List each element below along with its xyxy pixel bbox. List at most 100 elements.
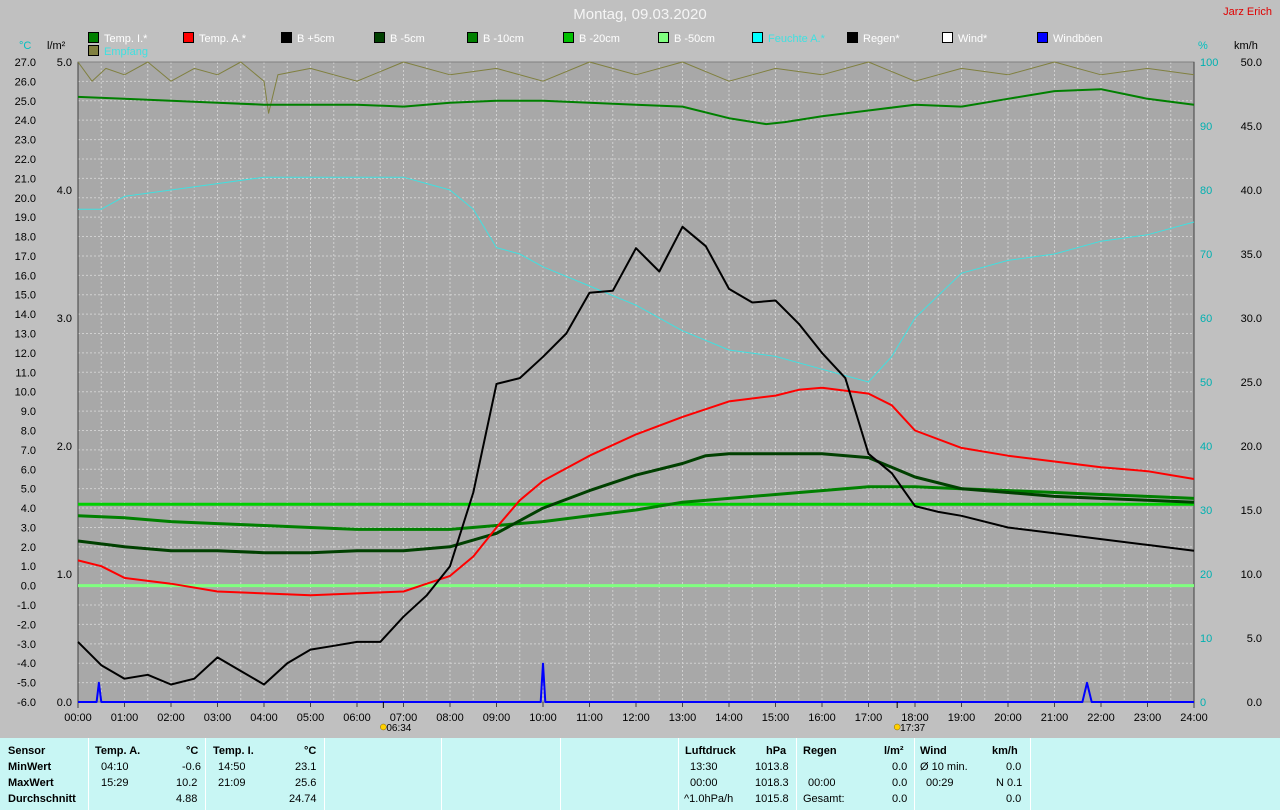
rain-header: Regen [803, 745, 837, 757]
legend-item: B +5cm [281, 32, 335, 45]
temp-i-min-time: 14:50 [218, 761, 246, 773]
pressure-trend: ^1.0hPa/h [684, 793, 734, 805]
minwert-label: MinWert [8, 761, 52, 773]
temp-tick-label: 16.0 [15, 270, 36, 282]
legend-label: Regen* [863, 33, 900, 45]
humidity-tick-label: 50 [1200, 377, 1212, 389]
pressure-min-time: 13:30 [690, 761, 718, 773]
humidity-tick-label: 40 [1200, 441, 1212, 453]
rain-total-val: 0.0 [892, 793, 908, 805]
temp-tick-label: 6.0 [21, 464, 36, 476]
x-tick-label: 24:00 [1180, 712, 1208, 724]
humidity-tick-label: 70 [1200, 249, 1212, 261]
legend-label: Temp. I.* [104, 33, 148, 45]
x-tick-label: 10:00 [529, 712, 557, 724]
temp-tick-label: 18.0 [15, 232, 36, 244]
rain-unit: l/m² [884, 745, 904, 757]
legend-label: B +5cm [297, 33, 335, 45]
wind-tick-label: 5.0 [1247, 633, 1262, 645]
legend-item: B -5cm [374, 32, 425, 45]
x-tick-label: 22:00 [1087, 712, 1115, 724]
maxwert-label: MaxWert [8, 777, 54, 789]
wind-tick-label: 50.0 [1241, 57, 1262, 69]
x-tick-label: 14:00 [715, 712, 743, 724]
temp-tick-label: 4.0 [21, 503, 36, 515]
legend-item: B -10cm [467, 32, 524, 45]
legend-item: Windböen [1037, 32, 1103, 45]
temp-tick-label: -3.0 [17, 639, 36, 651]
humidity-tick-label: 10 [1200, 633, 1212, 645]
temp-tick-label: -4.0 [17, 658, 36, 670]
temp-tick-label: -5.0 [17, 678, 36, 690]
pressure-trend-val: 1015.8 [755, 793, 789, 805]
humidity-tick-label: 30 [1200, 505, 1212, 517]
temp-tick-label: 17.0 [15, 251, 36, 263]
rain-tick-label: 0.0 [57, 697, 72, 709]
legend-label: B -20cm [579, 33, 620, 45]
wind-tick-label: 40.0 [1241, 185, 1262, 197]
humidity-tick-label: 100 [1200, 57, 1218, 69]
legend-label: B -5cm [390, 33, 425, 45]
x-tick-label: 16:00 [808, 712, 836, 724]
rain-max-val: 0.0 [892, 777, 908, 789]
temp-tick-label: 11.0 [15, 367, 36, 379]
temp-tick-label: 14.0 [15, 309, 36, 321]
temp-i-max-val: 25.6 [295, 777, 317, 789]
legend-item: B -50cm [658, 32, 715, 45]
humidity-tick-label: 80 [1200, 185, 1212, 197]
chart-title: Montag, 09.03.2020 [573, 6, 707, 23]
temp-tick-label: 10.0 [15, 387, 36, 399]
legend-item: Feuchte A.* [752, 32, 825, 45]
legend-swatch [1037, 32, 1048, 43]
temp-tick-label: 2.0 [21, 542, 36, 554]
temp-i-min-val: 23.1 [295, 761, 317, 773]
wind-tick-label: 10.0 [1241, 569, 1262, 581]
wind-avg-val: 0.0 [1006, 761, 1022, 773]
legend-swatch [281, 32, 292, 43]
temp-tick-label: -1.0 [17, 600, 36, 612]
temp-a-min-time: 04:10 [101, 761, 129, 773]
x-tick-label: 21:00 [1041, 712, 1069, 724]
pressure-max-time: 00:00 [690, 777, 718, 789]
temp-tick-label: 9.0 [21, 406, 36, 418]
temp-a-max-time: 15:29 [101, 777, 129, 789]
legend-label: B -10cm [483, 33, 524, 45]
legend-label: Wind* [958, 33, 988, 45]
temp-i-max-time: 21:09 [218, 777, 246, 789]
pressure-max-val: 1018.3 [755, 777, 789, 789]
legend-swatch [942, 32, 953, 43]
chart-area: -6.0 -5.0 -4.0 -3.0 -2.0 -1.0 0.0 1.0 2.0 3.0 4.0 5… [15, 57, 1262, 734]
pressure-unit: hPa [766, 745, 787, 757]
temp-a-min-val: -0.6 [182, 761, 201, 773]
temp-tick-label: 23.0 [15, 135, 36, 147]
sunset-marker-time: 17:37 [900, 723, 925, 734]
temp-tick-label: 13.0 [15, 329, 36, 341]
humidity-tick-label: 0 [1200, 697, 1206, 709]
wind-tick-label: 20.0 [1241, 441, 1262, 453]
temp-tick-label: 27.0 [15, 57, 36, 69]
x-tick-label: 01:00 [111, 712, 139, 724]
sensor-header: Sensor [8, 745, 46, 757]
temp-tick-label: 1.0 [21, 561, 36, 573]
temp-tick-label: 0.0 [21, 581, 36, 593]
unit-kmh: km/h [1234, 40, 1258, 52]
temp-tick-label: -6.0 [17, 697, 36, 709]
x-tick-label: 09:00 [483, 712, 511, 724]
humidity-tick-label: 90 [1200, 121, 1212, 133]
wind-max-time: 00:29 [926, 777, 954, 789]
x-tick-label: 17:00 [855, 712, 883, 724]
legend-item: Temp. I.* [88, 32, 147, 45]
humidity-tick-label: 60 [1200, 313, 1212, 325]
wind-third-val: 0.0 [1006, 793, 1022, 805]
unit-celsius: °C [19, 40, 32, 52]
x-tick-label: 19:00 [948, 712, 976, 724]
temp-tick-label: 8.0 [21, 425, 36, 437]
legend-swatch [88, 32, 99, 43]
rain-tick-label: 5.0 [57, 57, 72, 69]
temp-i-header: Temp. I. [213, 745, 254, 757]
temp-tick-label: 15.0 [15, 290, 36, 302]
wind-tick-label: 45.0 [1241, 121, 1262, 133]
x-tick-label: 04:00 [250, 712, 278, 724]
rain-tick-label: 2.0 [57, 441, 72, 453]
rain-tick-label: 4.0 [57, 185, 72, 197]
